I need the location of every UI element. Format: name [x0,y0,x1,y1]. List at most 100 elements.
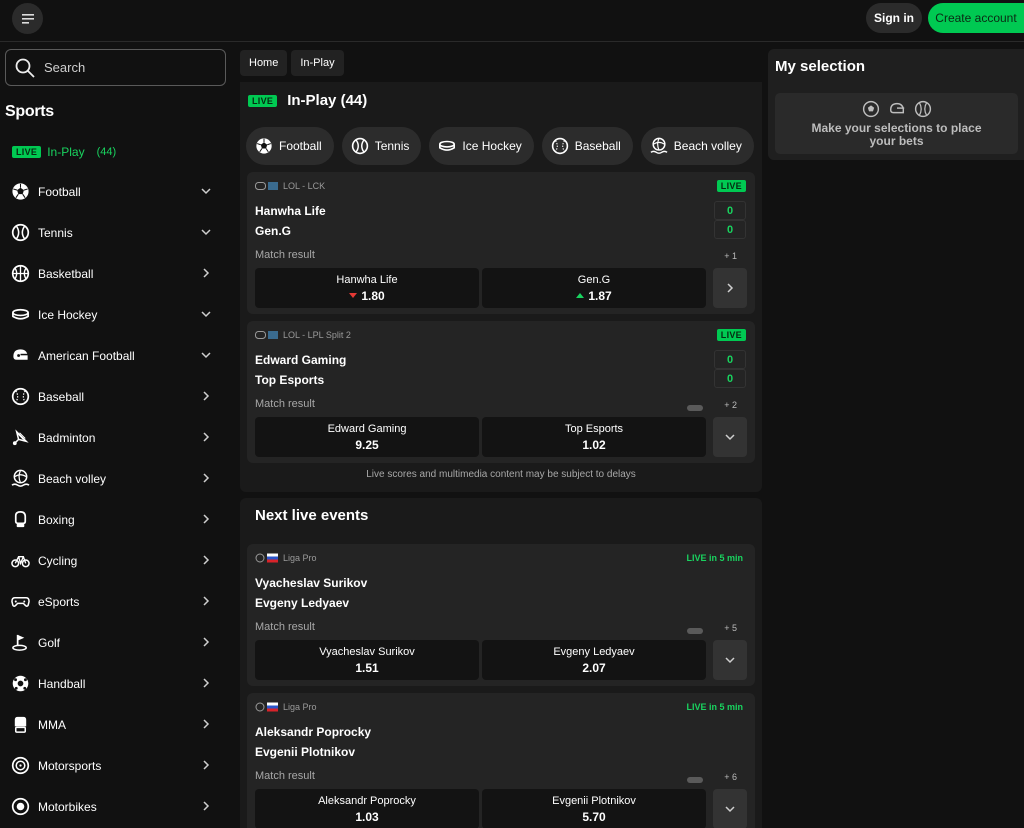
sidebar-item-chevron[interactable] [200,800,212,812]
more-markets-button[interactable] [713,417,747,457]
search-box[interactable] [5,49,226,86]
stream-toggle[interactable] [687,628,703,634]
sidebar-item-chevron[interactable] [200,390,212,402]
team-name-1: Edward Gaming [255,353,347,367]
sports-heading: Sports [5,103,54,120]
chip-icon [438,137,456,155]
sidebar-item-chevron[interactable] [200,636,212,648]
sidebar-item-label: eSports [38,594,80,609]
sidebar-item-chevron[interactable] [200,185,212,197]
esports-league-icon [255,182,278,190]
chip-label: Beach volley [673,139,742,153]
chevron-right-icon [203,432,210,442]
sidebar-item-boxing[interactable]: Boxing [0,499,232,540]
odds-button-team2[interactable]: Top Esports 1.02 [482,417,706,457]
live-badge: LIVE [716,180,746,192]
event-league: LOL - LCK [255,181,325,191]
live-badge: LIVE [12,146,42,158]
more-markets-button[interactable] [713,789,747,828]
sidebar-item-esports[interactable]: eSports [0,581,232,622]
sidebar-item-chevron[interactable] [200,677,212,689]
league-label: Liga Pro [283,702,317,712]
sidebar-item-american-football[interactable]: American Football [0,335,232,376]
sidebar-item-badminton[interactable]: Badminton [0,417,232,458]
sidebar-item-label: Golf [38,635,61,650]
odds-button-team2[interactable]: Gen.G 1.87 [482,268,706,308]
event-timing: LIVE in 5 min [686,553,743,563]
mma-icon [14,716,27,733]
odds-value: 1.87 [588,288,612,303]
odds-button-team1[interactable]: Vyacheslav Surikov 1.51 [255,640,479,680]
sidebar-item-handball[interactable]: Handball [0,663,232,704]
filter-chip-beach-volley[interactable]: Beach volley [640,127,754,165]
sidebar-item-chevron[interactable] [200,595,212,607]
sidebar-item-chevron[interactable] [200,759,212,771]
sidebar-item-tennis[interactable]: Tennis [0,212,232,253]
search-input[interactable] [44,60,214,75]
football-icon [256,138,272,154]
sidebar-item-chevron[interactable] [200,226,212,238]
market-label: Match result [255,621,315,633]
sign-in-button[interactable]: Sign in [866,3,922,33]
sidebar-item-chevron[interactable] [200,431,212,443]
baseball-icon [11,387,30,406]
sidebar-item-cycling[interactable]: Cycling [0,540,232,581]
stream-toggle[interactable] [687,405,703,411]
menu-button[interactable] [12,3,43,34]
sport-icon [11,182,30,201]
sidebar-item-chevron[interactable] [200,513,212,525]
sport-icon [11,551,30,570]
breadcrumb-home[interactable]: Home [240,50,288,76]
more-markets-button[interactable] [713,268,747,308]
esports-league-icon [255,331,278,339]
search-icon [15,58,35,78]
sidebar-item-chevron[interactable] [200,349,212,361]
filter-chip-football[interactable]: Football [246,127,334,165]
sidebar-item-basketball[interactable]: Basketball [0,253,232,294]
ru-flag-icon [255,553,278,563]
filter-chip-ice-hockey[interactable]: Ice Hockey [429,127,534,165]
sidebar-item-baseball[interactable]: Baseball [0,376,232,417]
sidebar-item-motorsports[interactable]: Motorsports [0,745,232,786]
sidebar-item-label: Football [38,184,81,199]
beach-volley-icon [11,469,30,487]
odds-button-team1[interactable]: Hanwha Life 1.80 [255,268,479,308]
sidebar-item-motorbikes[interactable]: Motorbikes [0,786,232,827]
sidebar-item-inplay[interactable]: LIVE In-Play (44) [12,143,116,161]
odds-button-team1[interactable]: Aleksandr Poprocky 1.03 [255,789,479,828]
stream-toggle[interactable] [687,777,703,783]
create-account-button[interactable]: Create account [928,3,1024,33]
sidebar-item-mma[interactable]: MMA [0,704,232,745]
sidebar-item-beach-volley[interactable]: Beach volley [0,458,232,499]
sidebar-item-chevron[interactable] [200,472,212,484]
filter-chip-baseball[interactable]: Baseball [541,127,633,165]
sport-icon [11,715,30,734]
sport-icon [11,633,30,652]
team-name-1: Hanwha Life [255,204,326,218]
sidebar-item-chevron[interactable] [200,267,212,279]
chevron-right-icon [203,801,210,811]
odds-button-team2[interactable]: Evgenii Plotnikov 5.70 [482,789,706,828]
chevron-right-icon [203,678,210,688]
odds-button-team1[interactable]: Edward Gaming 9.25 [255,417,479,457]
sidebar-item-golf[interactable]: Golf [0,622,232,663]
motorsports-icon [11,756,30,775]
sidebar-item-ice-hockey[interactable]: Ice Hockey [0,294,232,335]
baseball-icon [551,137,568,155]
bet-slip-message: Make your selections to place your bets [811,120,982,148]
chip-icon [551,137,569,155]
sidebar-item-chevron[interactable] [200,718,212,730]
more-markets-button[interactable] [713,640,747,680]
live-badge: LIVE [248,94,278,107]
chip-icon [255,137,273,155]
sidebar-item-football[interactable]: Football [0,171,232,212]
ice-hockey-icon [12,308,29,320]
sidebar-item-chevron[interactable] [200,308,212,320]
chevron-down-icon [201,188,211,195]
breadcrumb-current[interactable]: In-Play [291,50,344,76]
odds-selection-name: Evgeny Ledyaev [553,645,635,658]
filter-chip-tennis[interactable]: Tennis [341,127,422,165]
sidebar-item-label: In-Play [47,145,85,159]
sidebar-item-chevron[interactable] [200,554,212,566]
odds-button-team2[interactable]: Evgeny Ledyaev 2.07 [482,640,706,680]
